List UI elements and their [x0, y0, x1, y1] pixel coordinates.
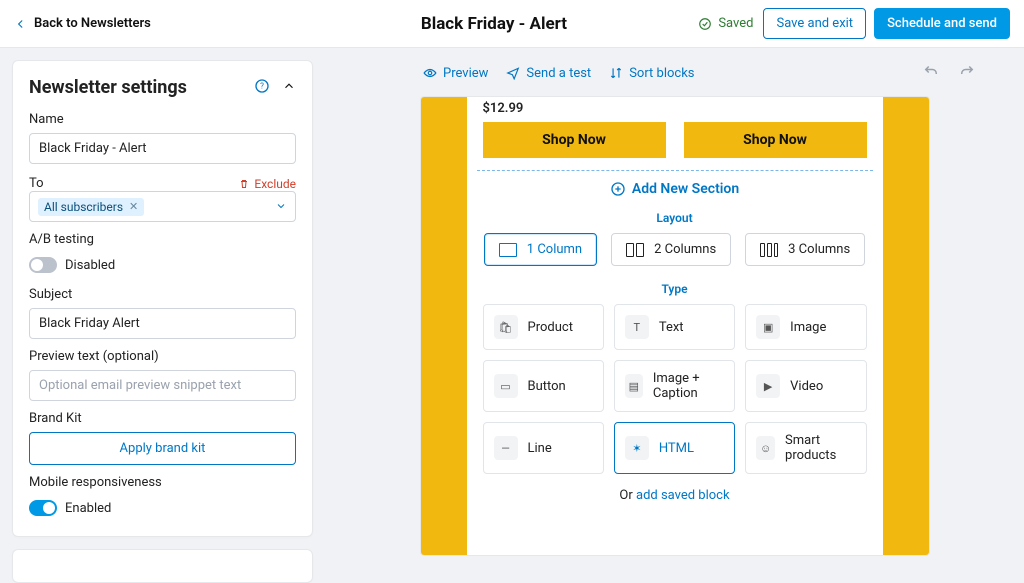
exclude-link[interactable]: Exclude [238, 177, 296, 191]
subject-input[interactable] [29, 308, 296, 339]
saved-label: Saved [718, 16, 753, 31]
button-icon: ▭ [494, 374, 518, 398]
to-label: To [29, 176, 44, 191]
send-test-button[interactable]: Send a test [506, 66, 591, 81]
check-circle-icon [698, 17, 712, 31]
recipient-select[interactable]: All subscribers ✕ [29, 191, 296, 222]
type-smart-products[interactable]: ☺Smart products [745, 422, 866, 474]
collapsed-panel[interactable] [12, 549, 313, 583]
brandkit-label: Brand Kit [29, 411, 296, 426]
column-icon [626, 243, 644, 257]
settings-title: Newsletter settings [29, 77, 187, 98]
image-icon: ▣ [756, 315, 780, 339]
settings-sidebar: Newsletter settings ? Name To [0, 48, 325, 556]
undo-button[interactable] [922, 62, 940, 84]
type-text[interactable]: TText [614, 304, 735, 350]
schedule-and-send-button[interactable]: Schedule and send [874, 8, 1010, 39]
layout-1-column[interactable]: 1 Column [484, 233, 597, 266]
section-divider [477, 170, 873, 171]
type-image[interactable]: ▣Image [745, 304, 866, 350]
type-product[interactable]: 🛍Product [483, 304, 604, 350]
type-video[interactable]: ▶Video [745, 360, 866, 412]
subject-label: Subject [29, 287, 296, 302]
shop-now-button[interactable]: Shop Now [483, 122, 666, 158]
smart-products-icon: ☺ [756, 436, 775, 460]
trash-icon [238, 178, 250, 190]
product-icon: 🛍 [494, 315, 518, 339]
email-canvas: $12.99 Shop Now Shop Now Add New Section… [420, 96, 930, 556]
type-heading: Type [475, 282, 875, 296]
ab-label: A/B testing [29, 232, 296, 247]
type-html[interactable]: ✶HTML [614, 422, 735, 474]
column-icon [499, 243, 517, 257]
name-label: Name [29, 112, 296, 127]
mobile-label: Mobile responsiveness [29, 475, 296, 490]
line-icon: — [494, 436, 518, 460]
name-input[interactable] [29, 133, 296, 164]
send-icon [506, 66, 520, 80]
ab-toggle[interactable] [29, 257, 57, 273]
type-button[interactable]: ▭Button [483, 360, 604, 412]
image-caption-icon: ▤ [625, 374, 643, 398]
right-brand-band [883, 97, 929, 555]
layout-3-columns[interactable]: 3 Columns [745, 233, 865, 266]
layout-2-columns[interactable]: 2 Columns [611, 233, 731, 266]
preview-button[interactable]: Preview [423, 66, 488, 81]
mobile-toggle[interactable] [29, 500, 57, 516]
sort-blocks-button[interactable]: Sort blocks [609, 66, 694, 81]
chip-remove-icon[interactable]: ✕ [129, 200, 138, 213]
saved-status: Saved [698, 16, 753, 31]
eye-icon [423, 66, 437, 80]
add-saved-block-link[interactable]: add saved block [636, 488, 730, 503]
apply-brand-kit-button[interactable]: Apply brand kit [29, 432, 296, 465]
redo-button[interactable] [958, 62, 976, 84]
or-text: Or [619, 488, 636, 503]
add-new-section[interactable]: Add New Section [475, 181, 875, 197]
text-icon: T [625, 315, 649, 339]
save-and-exit-button[interactable]: Save and exit [763, 8, 866, 39]
help-icon[interactable]: ? [254, 78, 270, 98]
video-icon: ▶ [756, 374, 780, 398]
mobile-state: Enabled [65, 501, 111, 516]
svg-text:?: ? [260, 81, 264, 90]
collapse-icon[interactable] [282, 78, 296, 97]
page-title: Black Friday - Alert [421, 14, 567, 34]
arrow-left-icon [14, 17, 28, 31]
type-image-caption[interactable]: ▤Image + Caption [614, 360, 735, 412]
price-text: $12.99 [475, 97, 875, 116]
preview-label: Preview text (optional) [29, 349, 296, 364]
sort-icon [609, 66, 623, 80]
preview-input[interactable] [29, 370, 296, 401]
layout-heading: Layout [475, 211, 875, 225]
chevron-down-icon [275, 197, 287, 216]
shop-now-button[interactable]: Shop Now [684, 122, 867, 158]
type-line[interactable]: —Line [483, 422, 604, 474]
ab-state: Disabled [65, 258, 115, 273]
column-icon [760, 243, 778, 257]
html-icon: ✶ [625, 436, 649, 460]
plus-circle-icon [610, 181, 626, 197]
back-to-newsletters[interactable]: Back to Newsletters [14, 16, 151, 31]
left-brand-band [421, 97, 467, 555]
recipient-chip: All subscribers ✕ [38, 198, 144, 216]
back-label: Back to Newsletters [34, 16, 151, 31]
